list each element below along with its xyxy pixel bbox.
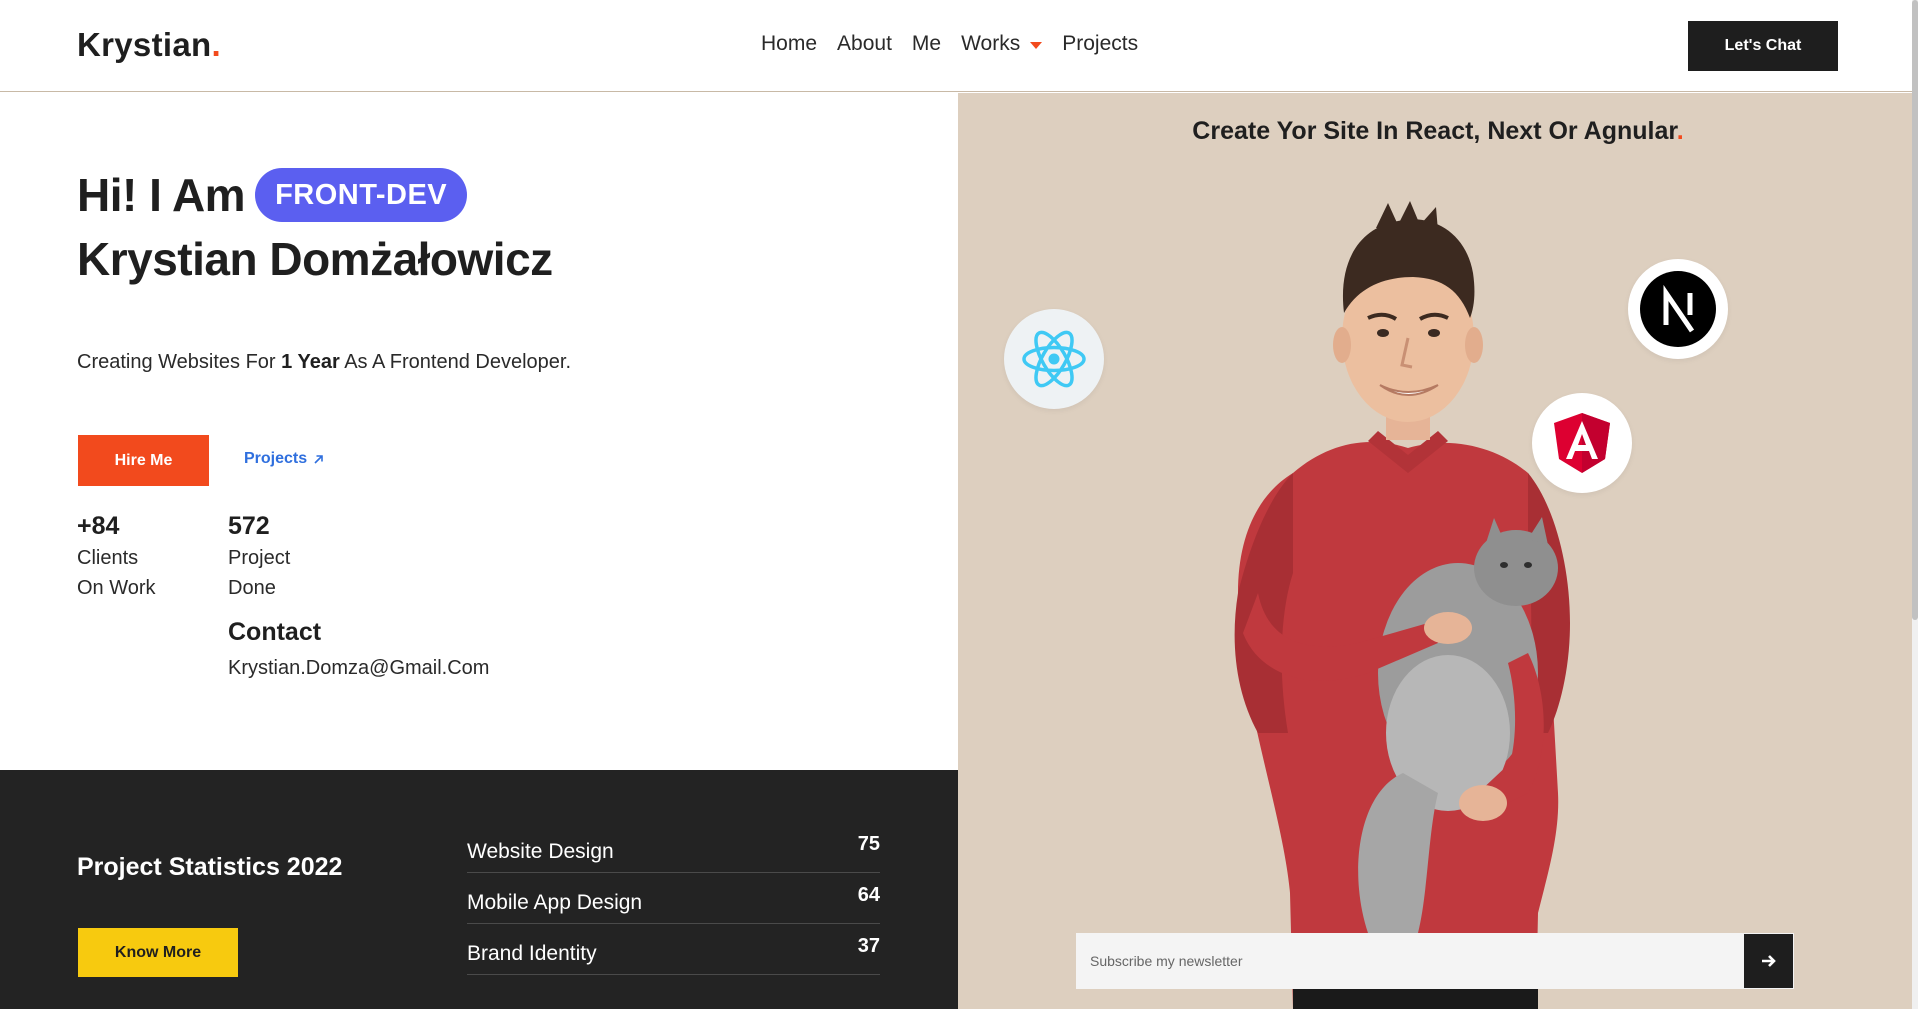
stat-projects: 572 Project Done <box>228 511 318 603</box>
nav-works[interactable]: Works <box>961 32 1043 56</box>
lets-chat-button[interactable]: Let's Chat <box>1688 21 1838 71</box>
hero-showcase: Create Yor Site In React, Next Or Agnula… <box>958 93 1918 1009</box>
showcase-heading-bold1: React, Next <box>1405 117 1542 145</box>
statistics-row-value: 75 <box>857 833 880 855</box>
hero-headline: Hi! I Am FRONT-DEV Krystian Domżałowicz <box>77 163 553 291</box>
arrow-right-icon <box>1761 955 1776 967</box>
stat-projects-label: Project Done <box>228 547 291 599</box>
contact-title: Contact <box>228 618 322 646</box>
stat-projects-number: 572 <box>228 512 270 540</box>
know-more-button[interactable]: Know More <box>78 928 238 977</box>
statistics-row: Brand Identity 37 <box>467 924 880 975</box>
statistics-row-value: 37 <box>857 935 880 957</box>
nav-projects[interactable]: Projects <box>1062 32 1138 56</box>
react-icon <box>1022 330 1086 388</box>
nextjs-icon <box>1640 271 1716 347</box>
project-statistics-panel: Project Statistics 2022 Know More Websit… <box>0 770 958 1009</box>
hero-tagline: Creating Websites For 1 Year As A Fronte… <box>77 351 571 374</box>
nav-home[interactable]: Home <box>761 32 817 56</box>
statistics-row-name: Mobile App Design <box>467 891 643 914</box>
angular-icon <box>1554 413 1610 473</box>
stat-clients-label: Clients On Work <box>77 547 156 599</box>
hire-me-button[interactable]: Hire Me <box>78 435 209 486</box>
showcase-heading-pre: Create Yor Site In <box>1192 117 1406 145</box>
statistics-row-name: Website Design <box>467 840 614 863</box>
react-badge <box>1004 309 1104 409</box>
angular-badge <box>1532 393 1632 493</box>
contact-email[interactable]: Krystian.Domza@Gmail.Com <box>228 657 489 680</box>
tagline-highlight: 1 Year <box>281 351 340 373</box>
showcase-heading-mid: Or <box>1541 117 1584 145</box>
chevron-down-icon <box>1030 41 1043 49</box>
statistics-title: Project Statistics 2022 <box>77 853 343 881</box>
stat-clients-number: +84 <box>77 512 120 540</box>
hero-intro: Hi! I Am FRONT-DEV Krystian Domżałowicz … <box>0 93 958 770</box>
newsletter-submit-button[interactable] <box>1744 934 1793 988</box>
scrollbar-thumb[interactable] <box>1912 0 1918 620</box>
nav-works-label: Works <box>961 32 1021 55</box>
showcase-heading-dot: . <box>1676 117 1684 145</box>
logo-dot: . <box>211 26 221 63</box>
statistics-row-value: 64 <box>857 884 880 906</box>
main-nav: Home About Me Works Projects <box>761 32 1138 56</box>
projects-link-label: Projects <box>244 450 308 467</box>
contact-block: Contact Krystian.Domza@Gmail.Com <box>228 618 489 680</box>
newsletter-input[interactable] <box>1076 933 1744 989</box>
tagline-post: As A Frontend Developer. <box>339 351 572 373</box>
statistics-list: Website Design 75 Mobile App Design 64 B… <box>467 822 880 975</box>
newsletter-form <box>1076 933 1794 989</box>
logo-text: Krystian <box>77 26 212 63</box>
showcase-heading-bold2: Agnular <box>1583 117 1677 145</box>
nav-about[interactable]: About <box>837 32 892 56</box>
stat-clients: +84 Clients On Work <box>77 511 167 603</box>
arrow-up-right-icon <box>314 454 323 464</box>
site-header: Krystian. Home About Me Works Projects L… <box>0 0 1918 92</box>
statistics-row: Website Design 75 <box>467 822 880 873</box>
hero-greeting: Hi! I Am <box>77 169 246 221</box>
statistics-row-name: Brand Identity <box>467 942 597 965</box>
tagline-pre: Creating Websites For <box>77 351 282 373</box>
role-badge: FRONT-DEV <box>255 168 468 222</box>
page-scrollbar[interactable] <box>1912 0 1918 1009</box>
projects-link[interactable]: Projects <box>244 450 324 468</box>
portrait-image <box>1234 201 1570 1009</box>
hero-name: Krystian Domżałowicz <box>77 233 553 285</box>
logo[interactable]: Krystian. <box>77 26 221 64</box>
statistics-row: Mobile App Design 64 <box>467 873 880 924</box>
showcase-heading: Create Yor Site In React, Next Or Agnula… <box>958 117 1918 146</box>
nextjs-badge <box>1628 259 1728 359</box>
nav-me[interactable]: Me <box>912 32 941 56</box>
